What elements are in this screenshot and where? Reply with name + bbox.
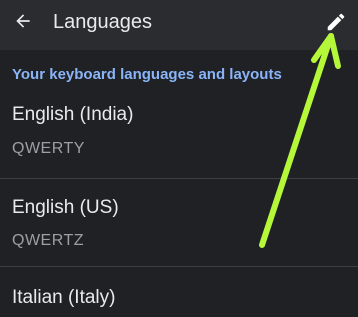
language-name: English (US) [12,197,119,218]
app-bar: Languages [0,0,358,50]
languages-screen: Languages Your keyboard languages and la… [0,0,358,317]
language-item-english-us[interactable]: English (US) QWERTZ [0,179,358,265]
page-title: Languages [53,11,152,33]
language-name: English (India) [12,104,134,125]
edit-button[interactable] [322,8,350,36]
back-button[interactable] [8,6,38,36]
language-layout: QWERTY [12,140,85,157]
language-item-english-india[interactable]: English (India) QWERTY [0,92,358,178]
section-header: Your keyboard languages and layouts [12,66,282,83]
language-item-italian-italy[interactable]: Italian (Italy) [0,267,358,317]
language-layout: QWERTZ [12,232,85,249]
language-name: Italian (Italy) [12,287,116,308]
arrow-back-icon [16,14,30,28]
pencil-icon [327,13,345,31]
